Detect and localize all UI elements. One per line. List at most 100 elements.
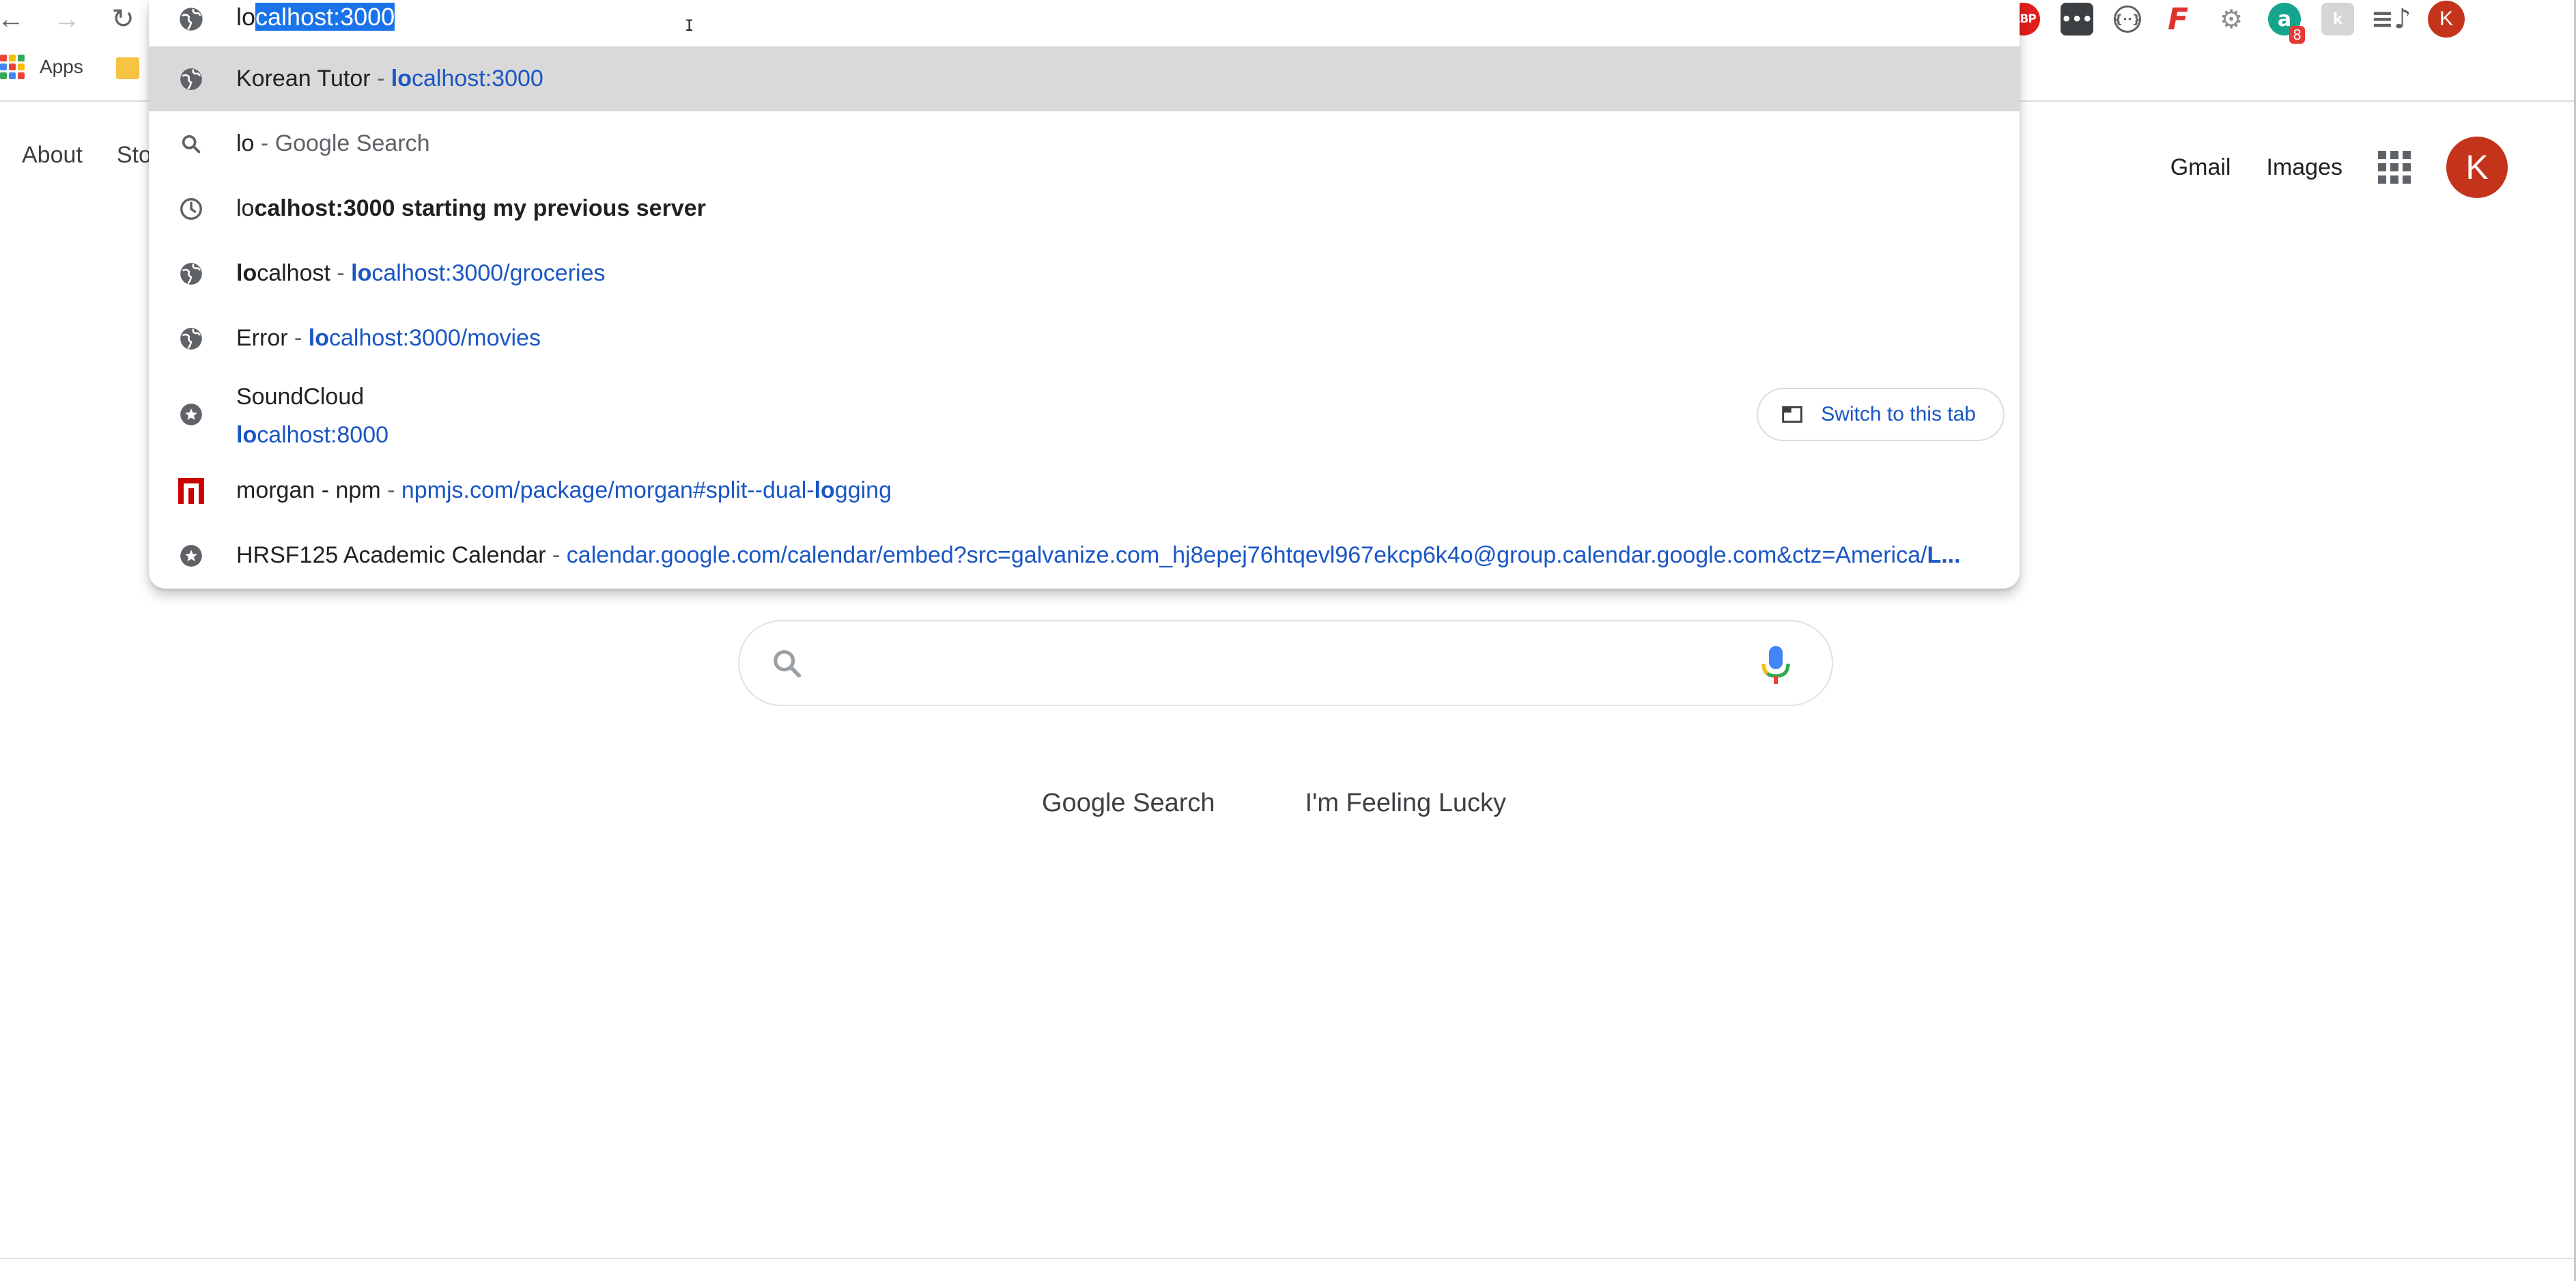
apps-bookmark[interactable]: Apps [0,55,83,79]
suggestion-title: Error [236,325,288,351]
google-right-links: Gmail Images K [2170,137,2508,198]
address-input[interactable]: localhost:3000 [236,1,395,33]
text-cursor-icon: I [685,18,694,35]
globe-icon [178,325,205,352]
suggestion-separator: - [254,130,275,156]
grammarly-icon[interactable]: a 8 [2268,3,2305,44]
search-buttons: Google Search I'm Feeling Lucky [1017,778,1531,828]
microphone-icon[interactable] [1761,645,1791,689]
suggestion-text: localhost:3000 starting my previous serv… [236,195,706,222]
search-icon [769,646,805,685]
suggestion-item[interactable]: localhost - localhost:3000/groceries [149,241,2020,306]
google-left-links: About Sto [22,142,152,169]
suggestion-separator: - [370,66,391,92]
search-icon [178,130,205,158]
settings-extension-icon[interactable]: ⚙ [2215,3,2248,36]
suggestion-url-match: lo [308,325,329,351]
history-clock-icon [178,195,205,223]
footer-divider [0,1258,2576,1259]
npm-icon [178,477,205,505]
suggestion-url-match: lo [351,260,372,286]
typed-text: lo [236,3,256,31]
autocomplete-selection: calhost:3000 [255,3,395,31]
google-search-button[interactable]: Google Search [1017,778,1240,828]
bookmark-star-icon [178,401,205,428]
search-input[interactable] [821,642,1709,686]
more-dots-extension-icon[interactable]: ••• [2061,3,2093,36]
profile-avatar[interactable]: K [2428,1,2465,38]
bookmark-star-icon [178,542,205,569]
suggestion-query: calhost:3000 starting my previous server [254,195,706,221]
suggestion-text: Korean Tutor - localhost:3000 [236,66,543,92]
suggestion-text: Error - localhost:3000/movies [236,325,541,352]
about-link[interactable]: About [22,142,83,169]
suggestion-title: calhost [257,260,330,286]
suggestion-title: morgan - npm [236,477,381,503]
suggestion-url: npmjs.com/package/morgan#split--dual- [401,477,815,503]
media-queue-icon[interactable]: ≡♪ [2370,3,2411,36]
suggestion-item[interactable]: HRSF125 Academic Calendar - calendar.goo… [149,523,2020,588]
suggestion-url: calhost:3000/movies [329,325,541,351]
suggestion-item[interactable]: localhost:3000 starting my previous serv… [149,176,2020,241]
suggestion-url-match: lo [391,66,412,92]
back-button[interactable]: ← [0,3,31,36]
google-search-box[interactable] [738,620,1833,706]
google-account-avatar[interactable]: K [2446,137,2508,198]
suggestion-separator: - [287,325,309,351]
bookmark-folder-icon[interactable] [116,57,139,79]
suggestion-title: HRSF125 Academic Calendar [236,542,546,568]
suggestion-text: lo - Google Search [236,130,430,157]
code-ring-extension-icon[interactable]: {··} [2114,5,2141,33]
suggestion-item[interactable]: Korean Tutor - localhost:3000 [149,46,2020,111]
omnibox-dropdown: localhost:3000 I Korean Tutor - localhos… [149,0,2020,589]
suggestion-url: calhost:8000 [257,422,389,448]
switch-to-tab-button[interactable]: Switch to this tab [1757,388,2005,441]
suggestion-item[interactable]: Error - localhost:3000/movies [149,306,2020,371]
suggestion-url-match: lo [814,477,835,503]
address-bar[interactable]: localhost:3000 I [149,0,2020,48]
suggestion-url-match: L... [1927,542,1961,568]
suggestion-title: SoundCloud [236,384,365,410]
suggestion-url: calendar.google.com/calendar/embed?src=g… [566,542,1927,568]
google-apps-icon[interactable] [2378,151,2411,184]
suggestion-text: morgan - npm - npmjs.com/package/morgan#… [236,477,892,504]
forward-button[interactable]: → [46,3,87,36]
apps-label: Apps [40,56,83,77]
suggestion-separator: - [380,477,401,503]
forward-arrow-icon: → [53,3,81,34]
switch-tab-icon [1782,406,1803,423]
suggestion-prefix: lo [236,195,255,221]
suggestion-separator: - [330,260,352,286]
suggestion-item[interactable]: morgan - npm - npmjs.com/package/morgan#… [149,458,2020,523]
suggestion-url-match: lo [236,422,257,448]
switch-to-tab-label: Switch to this tab [1821,403,1976,425]
store-link[interactable]: Sto [117,142,152,169]
images-link[interactable]: Images [2267,154,2343,181]
feeling-lucky-button[interactable]: I'm Feeling Lucky [1281,778,1531,828]
suggestion-separator: - [546,542,567,568]
suggestion-url-rest: gging [834,477,892,503]
globe-icon [178,5,205,36]
suggestion-title: Korean Tutor [236,66,371,92]
suggestion-url: calhost:3000/groceries [371,260,606,286]
feedly-icon[interactable]: F [2162,2,2194,37]
suggestion-item[interactable]: lo - Google Search [149,111,2020,176]
suggestion-url: calhost:3000 [412,66,543,92]
suggestion-title-match: lo [236,260,257,286]
gmail-link[interactable]: Gmail [2170,154,2231,181]
suggestion-item[interactable]: SoundCloud localhost:8000 Switch to this… [149,371,2020,458]
suggestion-text: localhost - localhost:3000/groceries [236,260,605,287]
reload-icon: ↻ [111,4,135,34]
reload-button[interactable]: ↻ [102,3,143,36]
back-arrow-icon: ← [0,3,25,34]
globe-icon [178,260,205,287]
grammarly-badge: 8 [2289,26,2305,44]
globe-icon [178,66,205,93]
suggestion-text: HRSF125 Academic Calendar - calendar.goo… [236,542,1961,569]
apps-grid-icon [0,55,25,79]
extensions-bar: ABP ••• {··} F ⚙ a 8 k ≡♪ K [2007,0,2465,44]
suggestion-text: SoundCloud localhost:8000 [236,378,388,454]
suggestion-detail: Google Search [274,130,430,156]
grey-extension-icon[interactable]: k [2321,3,2354,36]
suggestion-title: lo [236,130,255,156]
